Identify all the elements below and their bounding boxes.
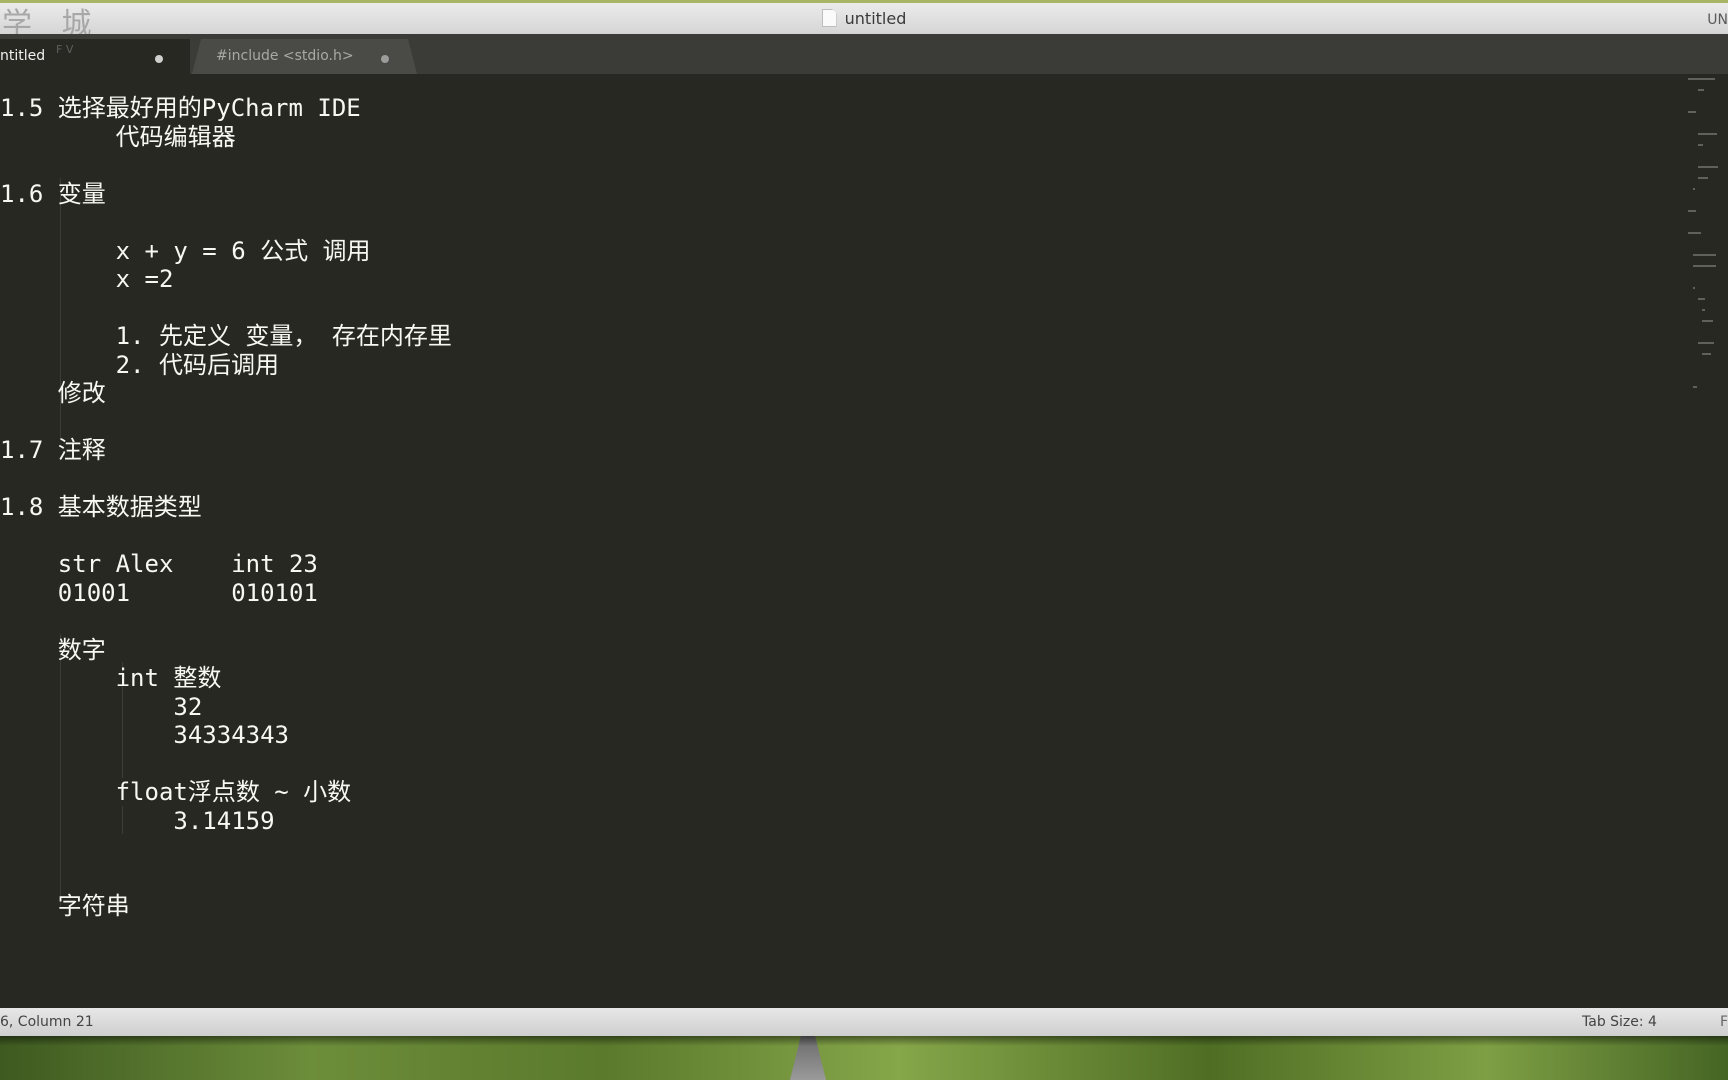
minimap-line (1692, 287, 1696, 289)
code-line[interactable]: 3.14159 (0, 807, 452, 836)
minimap-line (1697, 133, 1718, 135)
status-bar: 6, Column 21 Tab Size: 4 F (0, 1008, 1728, 1036)
code-line[interactable]: 数字 (0, 636, 452, 665)
unsaved-dot-icon[interactable] (155, 55, 163, 63)
code-line[interactable]: 34334343 (0, 721, 452, 750)
tab-bar: ntitled F V #include <stdio.h> (0, 34, 1728, 74)
code-line[interactable] (0, 408, 452, 437)
minimap-line (1688, 111, 1696, 113)
minimap-line (1692, 265, 1717, 267)
code-line[interactable]: x =2 (0, 265, 452, 294)
code-editor[interactable]: 1.5 选择最好用的PyCharm IDE 代码编辑器 1.6 变量 x + y … (0, 74, 1728, 1008)
code-line[interactable] (0, 294, 452, 323)
unsaved-dot-icon[interactable] (381, 55, 389, 63)
minimap-line (1697, 342, 1715, 344)
code-line[interactable]: 1.6 变量 (0, 180, 452, 209)
minimap-line (1692, 254, 1717, 256)
minimap-line (1688, 232, 1701, 234)
minimap-line (1697, 166, 1719, 168)
code-line[interactable]: x + y = 6 公式 调用 (0, 237, 452, 266)
code-line[interactable] (0, 208, 452, 237)
minimap-line (1702, 320, 1713, 322)
title-right-clip: UN (1707, 12, 1728, 28)
window-title: untitled (0, 9, 1728, 28)
syntax-selector-clip[interactable]: F (1720, 1014, 1728, 1030)
code-line[interactable]: str Alex int 23 (0, 550, 452, 579)
desktop-wallpaper (0, 1036, 1728, 1080)
code-line[interactable]: 2. 代码后调用 (0, 351, 452, 380)
minimap-line (1688, 78, 1716, 80)
code-line[interactable]: 代码编辑器 (0, 123, 452, 152)
minimap-line (1697, 89, 1705, 91)
minimap-line (1692, 188, 1696, 190)
code-line[interactable]: 字符串 (0, 892, 452, 921)
minimap-line (1702, 309, 1705, 311)
window-title-text: untitled (844, 9, 907, 28)
minimap-line (1697, 177, 1708, 179)
code-line[interactable] (0, 465, 452, 494)
code-line[interactable]: 1.8 基本数据类型 (0, 493, 452, 522)
minimap[interactable] (1688, 78, 1724, 408)
tab-label: ntitled (0, 48, 46, 64)
code-line[interactable] (0, 522, 452, 551)
cursor-position: 6, Column 21 (0, 1014, 94, 1030)
code-line[interactable]: int 整数 (0, 664, 452, 693)
minimap-line (1697, 144, 1703, 146)
code-line[interactable]: 32 (0, 693, 452, 722)
minimap-line (1688, 210, 1696, 212)
tab-size-selector[interactable]: Tab Size: 4 (1582, 1014, 1657, 1030)
minimap-line (1692, 386, 1697, 388)
minimap-line (1697, 298, 1706, 300)
code-line[interactable]: 01001 010101 (0, 579, 452, 608)
code-line[interactable]: 1. 先定义 变量， 存在内存里 (0, 322, 452, 351)
code-line[interactable] (0, 750, 452, 779)
tab-untitled[interactable]: ntitled F V (0, 39, 190, 74)
code-line[interactable]: 1.5 选择最好用的PyCharm IDE (0, 94, 452, 123)
title-bar: 学 城 untitled UN (0, 0, 1728, 42)
code-line[interactable] (0, 864, 452, 893)
code-line[interactable] (0, 835, 452, 864)
tab-label: #include <stdio.h> (216, 48, 354, 64)
code-line[interactable]: 1.7 注释 (0, 436, 452, 465)
minimap-line (1702, 353, 1712, 355)
tab-include-stdio[interactable]: #include <stdio.h> (192, 39, 417, 74)
code-line[interactable] (0, 151, 452, 180)
wallpaper-shade (0, 1036, 1728, 1046)
code-line[interactable] (0, 607, 452, 636)
document-icon (821, 9, 837, 27)
tab-ghost-text: F V (56, 43, 74, 56)
code-text[interactable]: 1.5 选择最好用的PyCharm IDE 代码编辑器 1.6 变量 x + y … (0, 94, 452, 921)
code-line[interactable]: float浮点数 ~ 小数 (0, 778, 452, 807)
code-line[interactable]: 修改 (0, 379, 452, 408)
